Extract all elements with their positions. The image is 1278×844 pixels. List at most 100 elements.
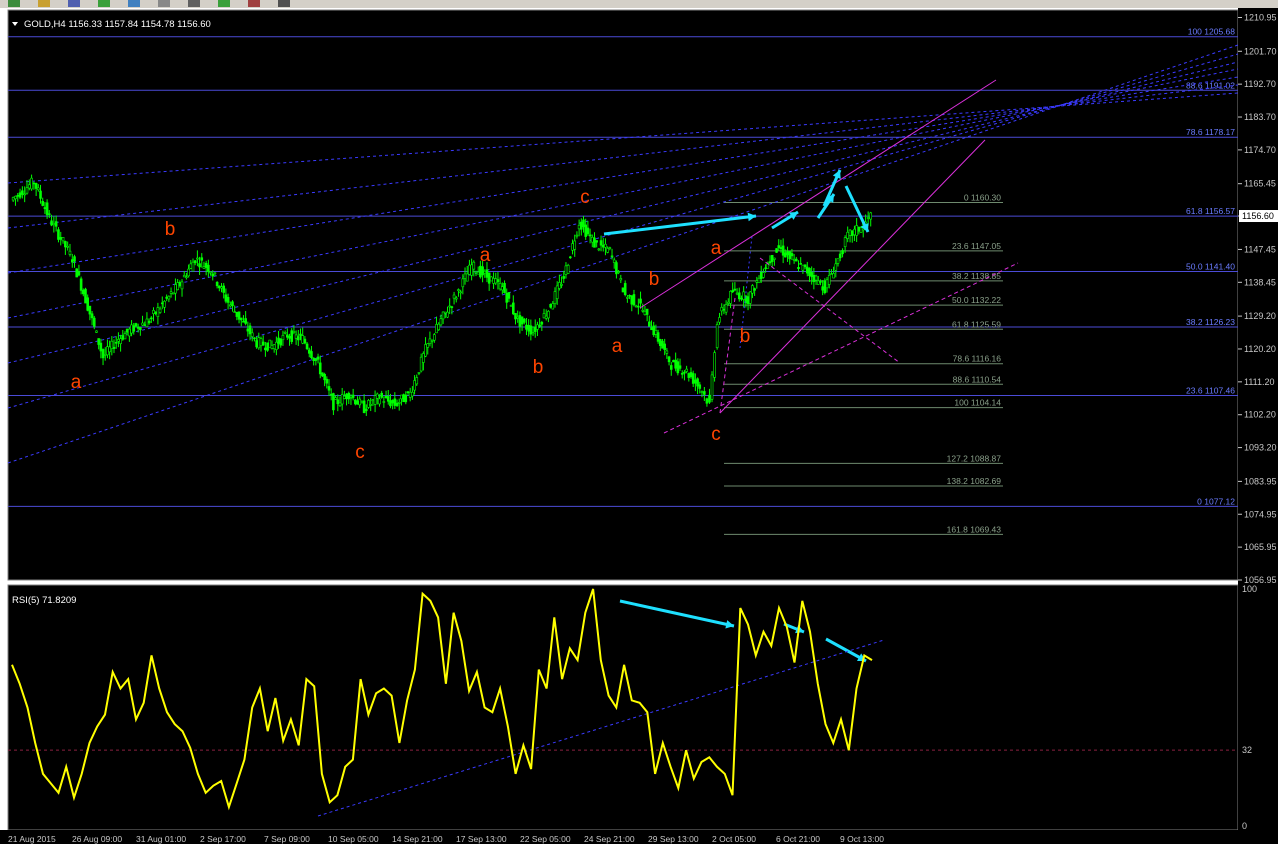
print-icon[interactable] <box>128 0 140 7</box>
candle-body <box>250 332 254 337</box>
candle-body <box>562 276 566 279</box>
candle-body <box>722 308 726 311</box>
save-icon[interactable] <box>98 0 110 7</box>
price-tick-label: 1192.70 <box>1244 79 1276 89</box>
candle-body <box>866 217 870 219</box>
candle-body <box>61 237 65 242</box>
candle-body <box>32 182 36 185</box>
fib-level-label: 100 1205.68 <box>1188 27 1236 37</box>
candle-body <box>775 248 778 253</box>
candle-body <box>703 391 706 395</box>
candle-body <box>814 275 818 281</box>
candle-body <box>154 311 157 314</box>
candle-body <box>494 278 498 284</box>
candle-body <box>211 273 215 277</box>
candle-body <box>386 396 390 402</box>
candle-body <box>334 397 337 400</box>
candle-body <box>737 292 741 300</box>
symbol-header: GOLD,H4 1156.33 1157.84 1154.78 1156.60 <box>24 19 211 30</box>
candle-body <box>601 244 605 248</box>
market-watch-icon[interactable] <box>158 0 170 7</box>
candle-body <box>178 282 182 286</box>
candle-body <box>755 280 759 283</box>
candle-body <box>832 273 835 279</box>
time-tick-label: 21 Aug 2015 <box>8 834 56 844</box>
history-icon[interactable] <box>248 0 260 7</box>
terminal-icon[interactable] <box>188 0 200 7</box>
expert-icon[interactable] <box>278 0 290 7</box>
profiles-icon[interactable] <box>38 0 50 7</box>
candle-body <box>593 237 596 248</box>
candle-body <box>261 341 265 346</box>
candle-body <box>571 243 574 251</box>
candle-body <box>99 342 103 352</box>
new-chart-icon[interactable] <box>8 0 20 7</box>
candle-body <box>92 317 96 327</box>
candle-body <box>705 398 709 404</box>
time-tick-label: 29 Sep 13:00 <box>648 834 699 844</box>
add-icon[interactable] <box>218 0 230 7</box>
candle-body <box>281 335 285 341</box>
candle-body <box>340 394 344 405</box>
candle-body <box>610 255 614 258</box>
candle-body <box>191 261 195 272</box>
rsi-tick-label: 100 <box>1242 584 1257 594</box>
candle-body <box>672 360 675 363</box>
wave-label: a <box>711 238 722 259</box>
candle-body <box>180 281 184 290</box>
fib-level-label: 50.0 1141.40 <box>1186 262 1235 272</box>
candle-body <box>189 263 193 269</box>
candle-body <box>64 241 67 248</box>
candle-body <box>808 268 811 276</box>
candle-body <box>753 288 756 291</box>
candle-body <box>356 400 359 405</box>
candle-body <box>727 301 730 304</box>
time-tick-label: 26 Aug 09:00 <box>72 834 122 844</box>
candle-body <box>810 272 813 278</box>
candle-body <box>167 295 171 300</box>
candle-body <box>428 338 432 344</box>
candle-body <box>841 250 844 255</box>
candle-body <box>264 347 267 351</box>
candle-body <box>748 291 752 304</box>
candle-body <box>235 311 239 317</box>
candle-body <box>103 354 107 356</box>
candle-body <box>630 295 634 305</box>
candle-body <box>619 278 623 281</box>
candle-body <box>805 266 809 274</box>
fib-inner-label: 61.8 1125.59 <box>952 319 1001 329</box>
candle-body <box>329 393 333 396</box>
candle-body <box>233 311 236 313</box>
candle-body <box>187 268 190 277</box>
candle-body <box>165 296 168 299</box>
candle-body <box>185 276 188 279</box>
candle-body <box>597 248 601 251</box>
candle-body <box>770 254 774 262</box>
candle-body <box>297 336 300 341</box>
candle-body <box>125 328 129 333</box>
candle-body <box>733 288 737 291</box>
candle-body <box>239 317 243 321</box>
candle-body <box>70 259 74 263</box>
candle-body <box>270 345 274 349</box>
candle-body <box>573 240 577 250</box>
candle-body <box>207 264 210 272</box>
candle-body <box>674 359 677 369</box>
candle-body <box>402 394 405 403</box>
candle-body <box>123 333 127 340</box>
fib-inner-label: 88.6 1110.54 <box>953 374 1002 384</box>
candle-body <box>112 346 116 349</box>
open-icon[interactable] <box>68 0 80 7</box>
candle-body <box>590 237 594 243</box>
candle-body <box>305 343 309 350</box>
candle-body <box>371 399 375 402</box>
candle-body <box>595 240 598 243</box>
price-axis-panel <box>1238 8 1278 844</box>
wave-label: a <box>480 245 491 266</box>
candle-body <box>527 325 530 332</box>
candle-body <box>50 220 53 226</box>
candle-body <box>106 346 109 356</box>
wave-label: c <box>355 442 365 463</box>
candle-body <box>332 393 335 411</box>
price-tick-label: 1183.70 <box>1244 112 1276 122</box>
